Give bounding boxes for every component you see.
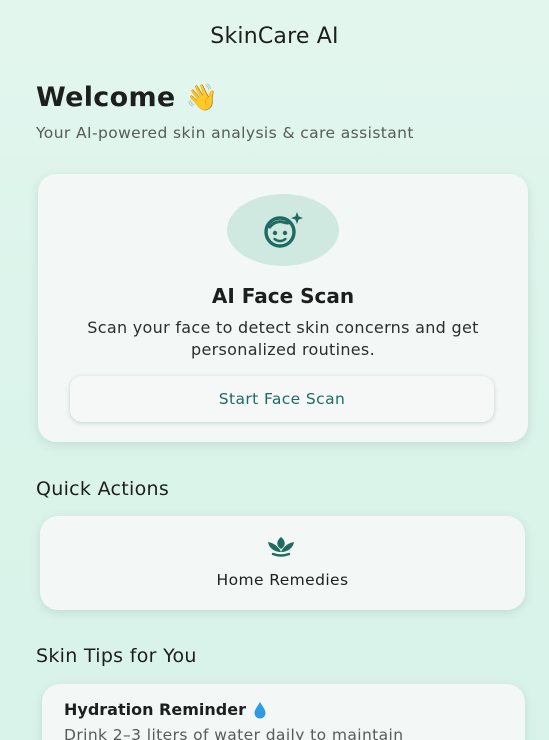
tip-title-text: Hydration Reminder [64, 700, 246, 719]
skin-tips-heading: Skin Tips for You [36, 645, 197, 667]
home-screen: SkinCare AI Welcome 👋 Your AI-powered sk… [0, 0, 549, 740]
tip-title: Hydration Reminder [64, 700, 267, 719]
leaf-icon [266, 534, 296, 562]
welcome-subtitle: Your AI-powered skin analysis & care ass… [36, 124, 414, 142]
quick-actions-heading: Quick Actions [36, 478, 170, 500]
water-drop-icon [253, 701, 267, 719]
waving-hand-icon: 👋 [185, 82, 219, 113]
home-remedies-label: Home Remedies [216, 571, 349, 589]
welcome-title: Welcome [36, 82, 176, 113]
home-remedies-action[interactable]: Home Remedies [40, 516, 525, 610]
face-scan-title: AI Face Scan [211, 284, 355, 308]
face-scan-card: AI Face Scan Scan your face to detect sk… [38, 174, 528, 442]
tip-body: Drink 2–3 liters of water daily to maint… [64, 726, 404, 740]
app-title: SkinCare AI [210, 24, 339, 49]
face-scan-icon [227, 194, 339, 266]
welcome-heading: Welcome 👋 [36, 82, 218, 113]
hydration-tip-card[interactable]: Hydration Reminder Drink 2–3 liters of w… [42, 684, 525, 740]
face-scan-description: Scan your face to detect skin concerns a… [87, 318, 479, 359]
start-face-scan-button[interactable]: Start Face Scan [70, 376, 494, 422]
